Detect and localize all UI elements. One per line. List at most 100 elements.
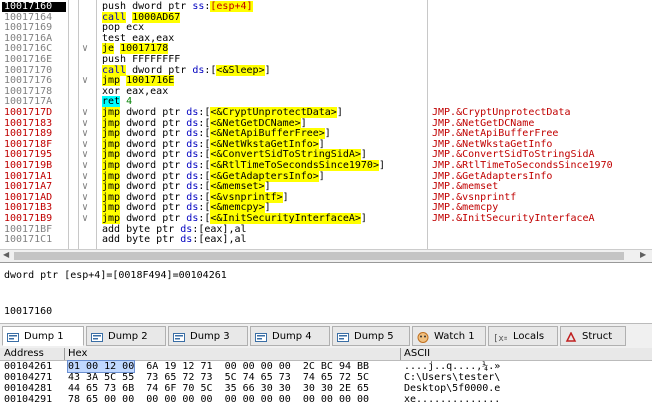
instruction-address: 1001717D <box>4 107 53 118</box>
dump-icon <box>7 331 19 342</box>
disasm-row[interactable]: 1001716E push FFFFFFFF <box>0 55 652 65</box>
tab-label: Dump 3 <box>190 331 230 342</box>
disasm-row[interactable]: 10017195 ∨ jmp dword ptr ds:[<&ConvertSidT… <box>0 149 652 161</box>
jump-arrow-icon: ∨ <box>82 202 89 214</box>
disasm-row[interactable]: 100171A1 ∨ jmp dword ptr ds:[<&GetAdapters… <box>0 170 652 182</box>
dump-ascii[interactable]: xe.............. <box>404 395 500 405</box>
jump-arrow-icon: ∨ <box>82 75 89 87</box>
instruction-text: test eax,eax <box>102 32 175 44</box>
disasm-row[interactable]: 10017176 ∨ jmp 1001716E <box>0 75 652 87</box>
instruction-text: push dword ptr ss:[esp+4] <box>102 1 253 12</box>
dump-view[interactable]: Address Hex ASCII 00104261 01 00 12 00 6A… <box>0 348 652 406</box>
dump-address: 00104261 <box>4 361 53 372</box>
info-panel: dword ptr [esp+4]=[0018F494]=00104261 10… <box>0 262 652 323</box>
dump-icon <box>255 331 267 342</box>
instruction-comment: JMP.&GetAdaptersInfo <box>432 170 553 182</box>
disasm-row[interactable]: 1001716A test eax,eax <box>0 32 652 44</box>
tab-dump-3[interactable]: Dump 3 <box>168 326 248 346</box>
instruction-address: 100171BF <box>4 223 53 235</box>
tab-bar: Dump 1 Dump 2 Dump 3 Dump 4 Dump 5 Watch 1 [x=… <box>0 323 652 349</box>
header-divider <box>64 348 65 360</box>
disasm-row[interactable]: 100171BF add byte ptr ds:[eax],al <box>0 223 652 235</box>
tab-dump-2[interactable]: Dump 2 <box>86 326 166 346</box>
disasm-row[interactable]: 10017189 ∨ jmp dword ptr ds:[<&NetApiBuffe… <box>0 128 652 140</box>
tab-watch-1[interactable]: Watch 1 <box>412 326 486 346</box>
header-divider <box>400 348 401 360</box>
tab-label: Dump 5 <box>354 331 394 342</box>
instruction-text: jmp dword ptr ds:[<&NetGetDCName>] <box>102 117 307 129</box>
instruction-address: 10017164 <box>4 11 53 23</box>
dump-hex[interactable]: 78 65 00 00 00 00 00 00 00 00 00 00 00 0… <box>68 395 369 405</box>
address-column-header[interactable]: Address <box>4 348 44 360</box>
instruction-address: 10017189 <box>4 128 53 140</box>
disasm-row[interactable]: 10017178 xor eax,eax <box>0 86 652 97</box>
tab-label: Dump 2 <box>108 331 148 342</box>
dump-icon <box>91 331 103 342</box>
jump-arrow-icon: ∨ <box>82 170 89 182</box>
dump-ascii[interactable]: ....j..q....,¼.» <box>404 362 500 372</box>
instruction-text: jmp dword ptr ds:[<&CryptUnprotectData>] <box>102 107 343 118</box>
instruction-address: 100171A7 <box>4 181 53 193</box>
instruction-address: 10017195 <box>4 149 53 161</box>
instruction-comment: JMP.&RtlTimeToSecondsSince1970 <box>432 160 613 171</box>
instruction-address: 100171B3 <box>4 202 53 214</box>
dump-hex[interactable]: 43 3A 5C 55 73 65 72 73 5C 74 65 73 74 6… <box>68 373 369 383</box>
dump-row[interactable]: 00104291 78 65 00 00 00 00 00 00 00 00 00… <box>0 395 652 407</box>
jump-arrow-icon: ∨ <box>82 191 89 203</box>
instruction-text: add byte ptr ds:[eax],al <box>102 223 247 235</box>
disasm-row[interactable]: 10017183 ∨ jmp dword ptr ds:[<&NetGetDCNam… <box>0 117 652 129</box>
instruction-text: jmp dword ptr ds:[<&ConvertSidToStringSi… <box>102 149 367 161</box>
instruction-text: ret 4 <box>102 96 133 108</box>
dump-ascii[interactable]: C:\Users\tester\ <box>404 373 500 383</box>
instruction-text: call 1000AD67 <box>102 11 181 23</box>
tab-dump-4[interactable]: Dump 4 <box>250 326 330 346</box>
hex-column-header[interactable]: Hex <box>68 348 87 360</box>
instruction-address: 1001716A <box>4 32 53 44</box>
jump-arrow-icon: ∨ <box>82 107 89 118</box>
instruction-text: jmp dword ptr ds:[<&vsnprintf>] <box>102 191 289 203</box>
instruction-text: jmp 1001716E <box>102 75 175 87</box>
tab-label: Struct <box>582 331 613 342</box>
disasm-row[interactable]: 1001718F ∨ jmp dword ptr ds:[<&NetWkstaGet… <box>0 138 652 150</box>
tab-locals[interactable]: [x=] Locals <box>488 326 558 346</box>
disasm-row[interactable]: 1001717A ret 4 <box>0 96 652 108</box>
disasm-row[interactable]: 1001719B ∨ jmp dword ptr ds:[<&RtlTimeToSe… <box>0 160 652 171</box>
tab-label: Dump 1 <box>24 331 64 342</box>
disasm-row[interactable]: 1001716C ∨ je 10017178 <box>0 43 652 55</box>
instruction-text: jmp dword ptr ds:[<&InitSecurityInterfac… <box>102 213 367 224</box>
locals-icon: [x=] <box>493 331 515 344</box>
horizontal-scrollbar[interactable]: ◀ ▶ <box>0 249 652 262</box>
disasm-row[interactable]: 1001717D ∨ jmp dword ptr ds:[<&CryptUnprot… <box>0 107 652 118</box>
scrollbar-thumb[interactable] <box>14 252 624 260</box>
disasm-row[interactable]: 10017160 push dword ptr ss:[esp+4] <box>0 1 652 12</box>
disasm-row[interactable]: 10017164 call 1000AD67 <box>0 11 652 23</box>
scroll-right-icon[interactable]: ▶ <box>640 250 646 259</box>
instruction-text: jmp dword ptr ds:[<&NetApiBufferFree>] <box>102 128 331 140</box>
instruction-address: 1001719B <box>4 160 53 171</box>
tab-dump-5[interactable]: Dump 5 <box>332 326 410 346</box>
tab-dump-1[interactable]: Dump 1 <box>2 326 84 346</box>
instruction-address: 1001716C <box>4 43 53 55</box>
tab-struct[interactable]: Struct <box>560 326 626 346</box>
jump-arrow-icon: ∨ <box>82 160 89 171</box>
instruction-address: 100171C1 <box>4 234 53 246</box>
disassembly-view[interactable]: 10017160 push dword ptr ss:[esp+4] 1001716… <box>0 0 652 249</box>
jump-arrow-icon: ∨ <box>82 43 89 55</box>
instruction-address: 10017176 <box>4 75 53 87</box>
disasm-row[interactable]: 100171B9 ∨ jmp dword ptr ds:[<&InitSecurit… <box>0 213 652 224</box>
dump-address: 00104291 <box>4 394 53 405</box>
scroll-left-icon[interactable]: ◀ <box>3 250 9 259</box>
dump-hex[interactable]: 44 65 73 6B 74 6F 70 5C 35 66 30 30 30 3… <box>68 384 369 394</box>
disasm-row[interactable]: 100171AD ∨ jmp dword ptr ds:[<&vsnprintf>]… <box>0 191 652 203</box>
disasm-row[interactable]: 10017170 call dword ptr ds:[<&Sleep>] <box>0 64 652 76</box>
instruction-text: push FFFFFFFF <box>102 54 181 65</box>
dump-hex[interactable]: 01 00 12 00 6A 19 12 71 00 00 00 00 2C B… <box>66 360 369 373</box>
instruction-comment: JMP.&NetGetDCName <box>432 117 535 129</box>
ascii-column-header[interactable]: ASCII <box>404 348 430 360</box>
disasm-row[interactable]: 100171C1 add byte ptr ds:[eax],al <box>0 235 652 245</box>
disasm-row[interactable]: 100171A7 ∨ jmp dword ptr ds:[<&memset>] JMP… <box>0 181 652 193</box>
instruction-address: 1001717A <box>4 96 53 108</box>
disasm-row[interactable]: 10017169 pop ecx <box>0 23 652 33</box>
disasm-row[interactable]: 100171B3 ∨ jmp dword ptr ds:[<&memcpy>] JMP… <box>0 202 652 214</box>
dump-ascii[interactable]: Desktop\5f0000.e <box>404 384 500 394</box>
